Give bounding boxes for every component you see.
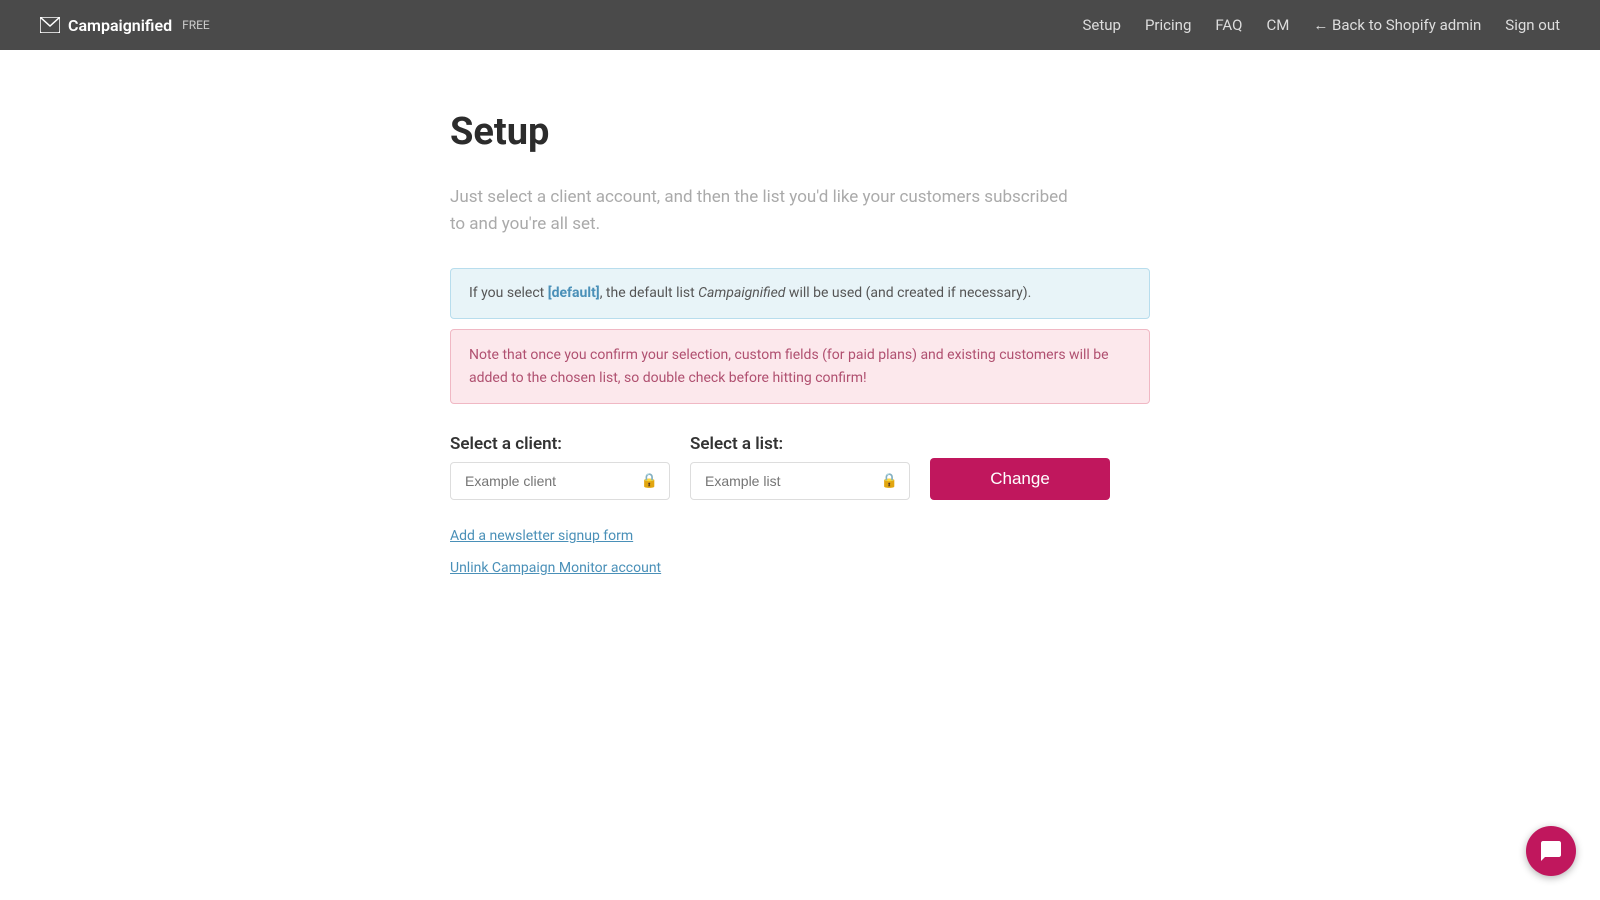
brand-tier: FREE	[182, 18, 210, 32]
client-input[interactable]	[450, 462, 670, 500]
nav-cm[interactable]: CM	[1266, 16, 1289, 34]
brand-logo: Campaignified FREE	[40, 16, 210, 35]
info-blue-prefix: If you select	[469, 285, 548, 301]
info-blue-italic: Campaignified	[698, 285, 785, 301]
list-input-wrapper: 🔒	[690, 462, 910, 500]
nav-setup[interactable]: Setup	[1083, 16, 1121, 34]
client-form-group: Select a client: 🔒	[450, 434, 670, 500]
mail-icon	[40, 17, 60, 33]
client-label: Select a client:	[450, 434, 670, 454]
info-box-warning: Note that once you confirm your selectio…	[450, 329, 1150, 404]
list-input[interactable]	[690, 462, 910, 500]
main-nav: Setup Pricing FAQ CM ← Back to Shopify a…	[1083, 16, 1561, 34]
chat-button[interactable]	[1526, 826, 1576, 876]
info-blue-suffix: , the default list	[600, 285, 698, 301]
info-blue-bold: [default]	[548, 285, 600, 301]
nav-faq[interactable]: FAQ	[1215, 16, 1242, 34]
unlink-campaign-monitor-link[interactable]: Unlink Campaign Monitor account	[450, 560, 1150, 576]
client-lock-icon: 🔒	[641, 473, 658, 489]
content-wrapper: Setup Just select a client account, and …	[450, 110, 1150, 900]
page-title: Setup	[450, 110, 1150, 154]
nav-back-to-shopify[interactable]: ← Back to Shopify admin	[1313, 16, 1481, 34]
top-navigation: Campaignified FREE Setup Pricing FAQ CM …	[0, 0, 1600, 50]
list-form-group: Select a list: 🔒	[690, 434, 910, 500]
list-lock-icon: 🔒	[881, 473, 898, 489]
nav-pricing[interactable]: Pricing	[1145, 16, 1191, 34]
page-description: Just select a client account, and then t…	[450, 184, 1070, 238]
info-pink-text: Note that once you confirm your selectio…	[469, 347, 1109, 385]
client-input-wrapper: 🔒	[450, 462, 670, 500]
form-row: Select a client: 🔒 Select a list: 🔒 Chan…	[450, 434, 1150, 500]
info-blue-end: will be used (and created if necessary).	[785, 285, 1031, 301]
add-signup-form-link[interactable]: Add a newsletter signup form	[450, 528, 1150, 544]
sign-out-link[interactable]: Sign out	[1505, 16, 1560, 34]
brand-name: Campaignified	[68, 16, 172, 35]
action-links: Add a newsletter signup form Unlink Camp…	[450, 528, 1150, 576]
chat-icon	[1539, 839, 1563, 863]
change-button[interactable]: Change	[930, 458, 1110, 500]
info-box-default: If you select [default], the default lis…	[450, 268, 1150, 319]
main-content: Setup Just select a client account, and …	[0, 50, 1600, 900]
list-label: Select a list:	[690, 434, 910, 454]
